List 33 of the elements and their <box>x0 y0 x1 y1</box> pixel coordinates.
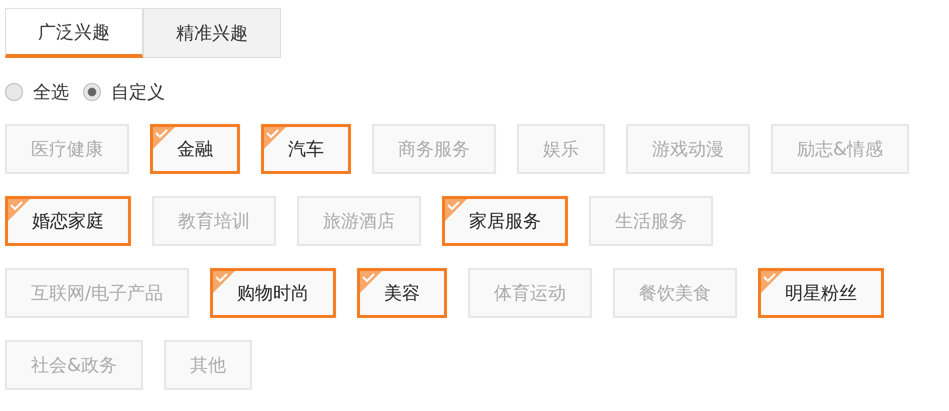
interest-tag[interactable]: 家居服务 <box>442 196 568 246</box>
interest-tag[interactable]: 旅游酒店 <box>297 196 421 246</box>
interest-tag[interactable]: 社会&政务 <box>5 340 144 390</box>
interest-tag[interactable]: 体育运动 <box>468 268 592 318</box>
interest-tag[interactable]: 汽车 <box>261 124 351 174</box>
interest-tag[interactable]: 金融 <box>150 124 240 174</box>
interest-tag[interactable]: 互联网/电子产品 <box>5 268 190 318</box>
interest-tag[interactable]: 商务服务 <box>372 124 496 174</box>
interest-tag[interactable]: 美容 <box>357 268 448 318</box>
radio-button[interactable] <box>5 83 23 101</box>
interest-tag[interactable]: 娱乐 <box>517 124 605 174</box>
check-icon <box>761 271 784 293</box>
radio-button[interactable] <box>83 83 101 101</box>
interest-tag[interactable]: 生活服务 <box>589 196 713 246</box>
interest-tag[interactable]: 教育培训 <box>152 196 276 246</box>
check-icon <box>445 199 467 221</box>
tab[interactable]: 广泛兴趣 <box>5 8 143 58</box>
interest-tag[interactable]: 游戏动漫 <box>626 124 750 174</box>
interest-tag[interactable]: 其他 <box>164 340 252 390</box>
check-icon <box>213 271 236 293</box>
tab[interactable]: 精准兴趣 <box>143 8 281 58</box>
radio-label: 全选 <box>33 81 69 104</box>
interest-tag[interactable]: 励志&情感 <box>771 124 910 174</box>
interest-tag[interactable]: 明星粉丝 <box>758 268 884 318</box>
interest-tag[interactable]: 医疗健康 <box>5 124 129 174</box>
check-icon <box>153 127 175 149</box>
radio-label: 自定义 <box>111 81 165 104</box>
check-icon <box>264 127 286 149</box>
interest-tag[interactable]: 婚恋家庭 <box>5 196 131 246</box>
check-icon <box>8 199 30 221</box>
interest-tag[interactable]: 餐饮美食 <box>613 268 738 318</box>
check-icon <box>360 271 382 293</box>
interest-tag[interactable]: 购物时尚 <box>210 268 336 318</box>
